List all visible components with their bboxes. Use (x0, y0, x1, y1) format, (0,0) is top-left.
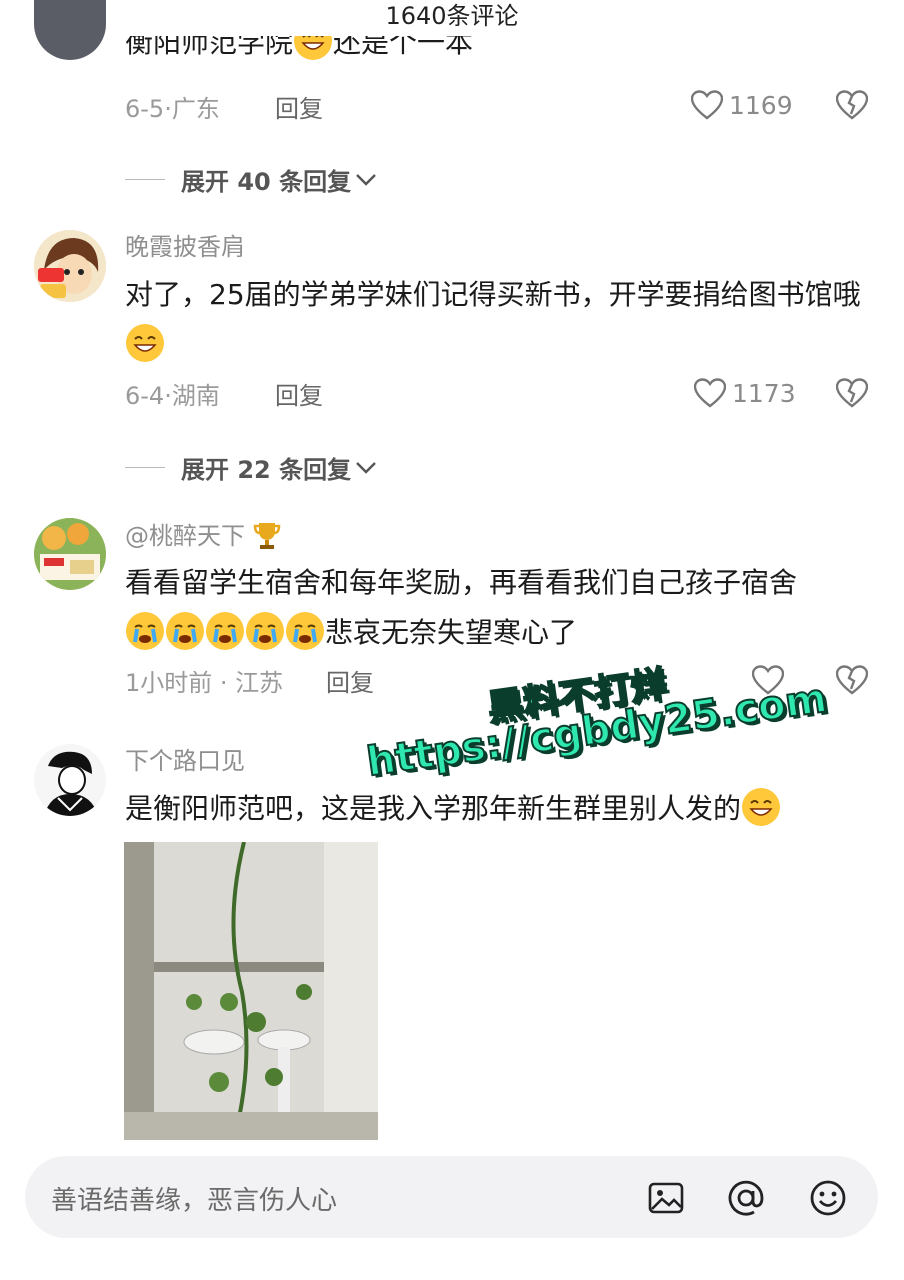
like-count: 1173 (732, 378, 796, 408)
heart-icon (691, 90, 723, 120)
comment-input-bar: 善语结善缘，恶言伤人心 (0, 1140, 904, 1280)
comment-text: 衡阳师范学院 还是个一本 (125, 36, 865, 76)
comment-date: 1小时前 (125, 669, 213, 697)
dislike-button[interactable] (835, 90, 869, 124)
comment-text: 对了，25届的学弟学妹们记得买新书，开学要捐给图书馆哦 (125, 270, 865, 370)
comment-date: 6-5 (125, 95, 165, 123)
comment-location: 江苏 (235, 669, 284, 697)
like-count: 1169 (729, 90, 793, 120)
comment-username[interactable]: @桃醉天下 (125, 520, 281, 551)
divider (125, 179, 165, 180)
avatar[interactable] (34, 518, 106, 590)
avatar[interactable] (34, 744, 106, 816)
crying-emoji-icon (286, 612, 324, 650)
comment-input-placeholder: 善语结善缘，恶言伤人心 (51, 1186, 338, 1216)
crying-emoji-icon (246, 612, 284, 650)
heart-icon (694, 378, 726, 408)
image-icon[interactable] (647, 1179, 685, 1217)
crying-emoji-icon (126, 612, 164, 650)
crying-emoji-icon (166, 612, 204, 650)
grin-emoji-icon (742, 788, 781, 826)
emoji-icon (294, 36, 333, 60)
chevron-down-icon (356, 461, 376, 474)
dislike-heart-icon (835, 90, 869, 120)
divider (125, 467, 165, 468)
comment-meta: 6-4·湖南 (125, 382, 220, 410)
comment-input[interactable]: 善语结善缘，恶言伤人心 (25, 1156, 878, 1238)
expand-replies-button[interactable]: 展开 22 条回复 (125, 450, 377, 485)
reply-button[interactable]: 回复 (275, 381, 323, 411)
like-button[interactable]: 1173 (694, 378, 796, 408)
comment-count-title: 1640条评论 (385, 2, 519, 30)
chevron-down-icon (356, 173, 376, 186)
comment-photo[interactable] (124, 842, 378, 1140)
dislike-heart-icon (835, 665, 869, 695)
dislike-button[interactable] (835, 665, 869, 699)
comment-username[interactable]: 晚霞披香肩 (125, 232, 245, 262)
comment-text: 是衡阳师范吧，这是我入学那年新生群里别人发的 (125, 784, 865, 834)
comment-meta: 1小时前 · 江苏 (125, 669, 284, 697)
comment-date: 6-4 (125, 382, 165, 410)
reply-button[interactable]: 回复 (275, 94, 323, 124)
emoji-icon[interactable] (809, 1179, 847, 1217)
comment-meta: 6-5·广东 (125, 95, 220, 123)
at-icon[interactable] (727, 1179, 765, 1217)
trophy-icon (253, 523, 280, 549)
comment-location: 广东 (171, 95, 220, 123)
comment-location: 湖南 (171, 382, 220, 410)
like-button[interactable]: 1169 (691, 90, 793, 120)
expand-replies-button[interactable]: 展开 40 条回复 (125, 162, 377, 197)
comment-text: 看看留学生宿舍和每年奖励，再看看我们自己孩子宿舍 悲哀无奈失望寒心了 (125, 566, 798, 650)
avatar[interactable] (34, 230, 106, 302)
grin-emoji-icon (126, 324, 164, 362)
avatar[interactable] (34, 0, 106, 60)
comment-username[interactable]: 下个路口见 (125, 746, 245, 776)
crying-emoji-icon (206, 612, 244, 650)
dislike-button[interactable] (835, 378, 869, 412)
dislike-heart-icon (835, 378, 869, 408)
reply-button[interactable]: 回复 (326, 668, 374, 698)
